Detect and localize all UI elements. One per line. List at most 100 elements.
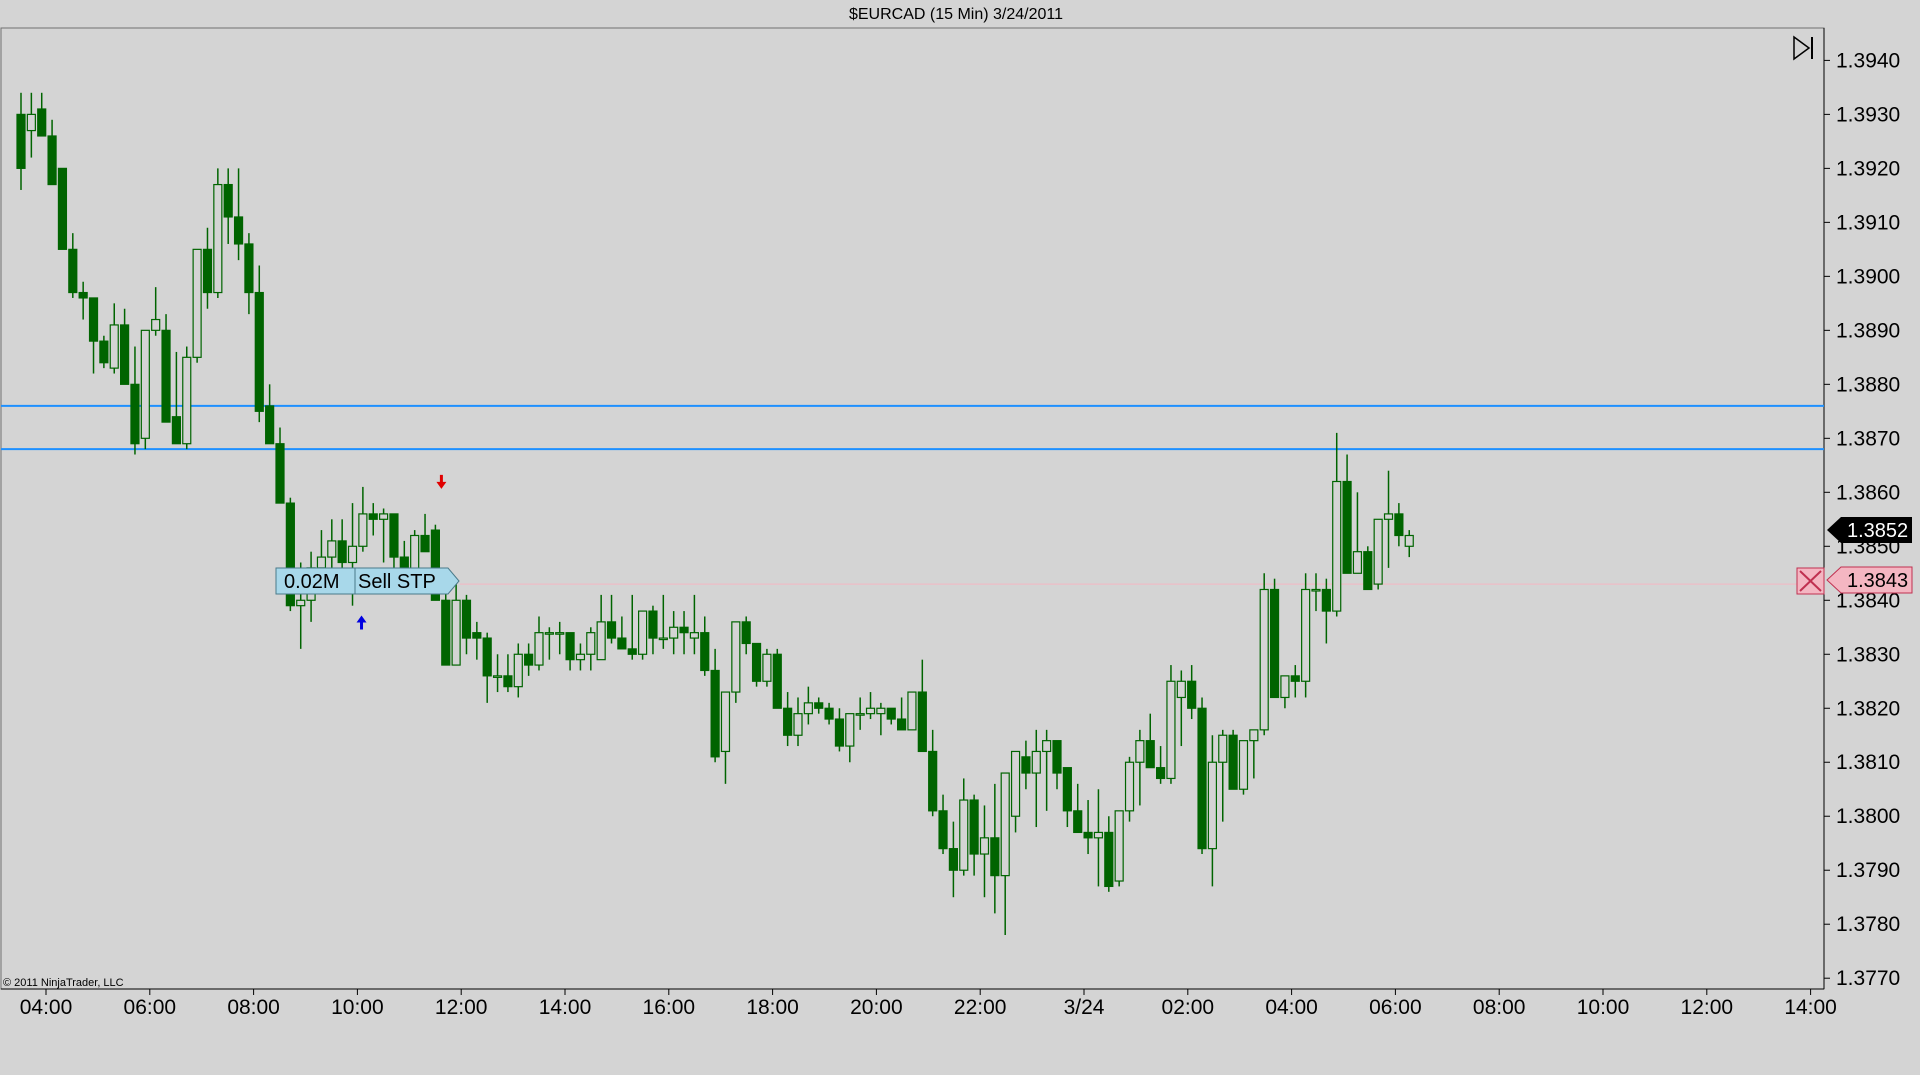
candle (182, 346, 192, 450)
candle-body-up (979, 837, 990, 855)
candle-body-up (876, 707, 886, 715)
candle-body-up (182, 356, 192, 445)
x-tick-label: 18:00 (746, 996, 799, 1019)
candle (772, 648, 782, 709)
x-tick-label: 08:00 (227, 996, 280, 1019)
x-tick-label: 04:00 (20, 996, 73, 1019)
candle-body-down (88, 297, 99, 342)
candle-body-down (265, 405, 275, 445)
candle-body-down (1083, 831, 1093, 839)
candle-body-down (119, 324, 130, 385)
candle-body-up (1031, 750, 1041, 774)
candle-body-up (1207, 761, 1218, 850)
candle-body-down (1155, 767, 1166, 780)
stop-price-tag: 1.3843 (1826, 566, 1913, 594)
copyright-text: © 2011 NinjaTrader, LLC (3, 977, 124, 989)
x-tick-label: 14:00 (539, 996, 592, 1019)
y-tick-label: 1.3900 (1836, 265, 1900, 288)
candle-body-down (783, 707, 793, 736)
candle-body-down (47, 135, 57, 186)
candle-body-up (544, 632, 554, 635)
candle-body-up (1010, 750, 1021, 817)
x-tick-label: 04:00 (1265, 996, 1318, 1019)
candle (192, 248, 202, 363)
candle-body-up (1404, 534, 1414, 547)
candle-body-down (171, 416, 181, 445)
stop-price-label: 1.3843 (1847, 570, 1908, 592)
candle-body-up (213, 183, 223, 294)
candle-body-down (244, 243, 254, 294)
candle-body-up (1311, 588, 1321, 592)
stop-order-cancel[interactable] (1796, 567, 1825, 595)
candle-body-down (78, 291, 88, 299)
candle-body-down (161, 329, 171, 423)
x-tick-label: 14:00 (1784, 996, 1837, 1019)
candle (140, 329, 150, 450)
candle-body-up (1166, 680, 1176, 780)
candle-body-up (1093, 831, 1104, 839)
candle (751, 642, 762, 687)
candle-body-down (606, 621, 617, 639)
candle-body-down (233, 216, 244, 245)
candle-body-down (565, 632, 575, 661)
candle-body-down (1228, 734, 1238, 790)
candle (161, 314, 171, 423)
candle-body-down (503, 675, 513, 688)
candle-body-down (16, 113, 26, 169)
candle (213, 168, 223, 298)
candle-body-down (1073, 810, 1083, 834)
candle-body-up (140, 329, 150, 439)
candle-body-down (710, 669, 720, 758)
x-tick-label: 08:00 (1473, 996, 1526, 1019)
candle-body-up (109, 324, 119, 369)
candle-body-down (814, 702, 824, 709)
candle-body-down (337, 540, 347, 564)
candle-body-down (1104, 831, 1114, 888)
x-tick-label: 16:00 (643, 996, 696, 1019)
candle-body-up (1238, 740, 1249, 790)
candle (1114, 810, 1124, 887)
candle-body-down (917, 691, 927, 753)
candle-body-up (637, 610, 648, 655)
candle-body-down (472, 632, 482, 639)
candle-body-up (803, 702, 813, 715)
candle-body-down (37, 108, 47, 137)
order-quantity: 0.02M (284, 571, 340, 593)
candle-body-up (1352, 551, 1363, 574)
candle-body-down (254, 291, 264, 412)
candle-body-down (648, 610, 658, 639)
candle-body-up (689, 632, 700, 639)
candle-body-down (130, 383, 140, 445)
candle (57, 167, 68, 250)
candle-body-up (586, 632, 596, 655)
candle-body-up (1301, 588, 1311, 682)
candle-body-up (720, 691, 731, 753)
candle-body-up (1383, 513, 1394, 520)
y-tick-label: 1.3880 (1836, 373, 1900, 396)
chart-title: $EURCAD (15 Min) 3/24/2011 (849, 6, 1063, 23)
y-tick-label: 1.3790 (1836, 859, 1900, 882)
candle-body-down (1269, 588, 1280, 699)
y-tick-label: 1.3800 (1836, 805, 1900, 828)
candle-body-up (1176, 680, 1186, 699)
candle-body-up (658, 637, 668, 641)
candle-body-up (1332, 480, 1342, 612)
candle-body-up (596, 621, 606, 661)
candle (1269, 578, 1280, 699)
candle (637, 610, 648, 660)
candle (1197, 697, 1207, 855)
candle-body-down (389, 513, 399, 558)
x-tick-label: 12:00 (435, 996, 488, 1019)
candle (1363, 546, 1373, 591)
candle-body-down (482, 637, 492, 677)
candle-body-down (1321, 588, 1331, 612)
order-tag[interactable]: 0.02M Sell STP (275, 567, 460, 595)
candle-body-down (461, 599, 472, 639)
candle-body-down (751, 642, 762, 682)
candle-body-up (316, 556, 327, 569)
candle-body-down (1021, 756, 1031, 774)
candle-body-down (617, 637, 627, 650)
y-tick-label: 1.3860 (1836, 481, 1900, 504)
candle-body-up (959, 799, 969, 871)
candle-body-down (969, 799, 979, 855)
